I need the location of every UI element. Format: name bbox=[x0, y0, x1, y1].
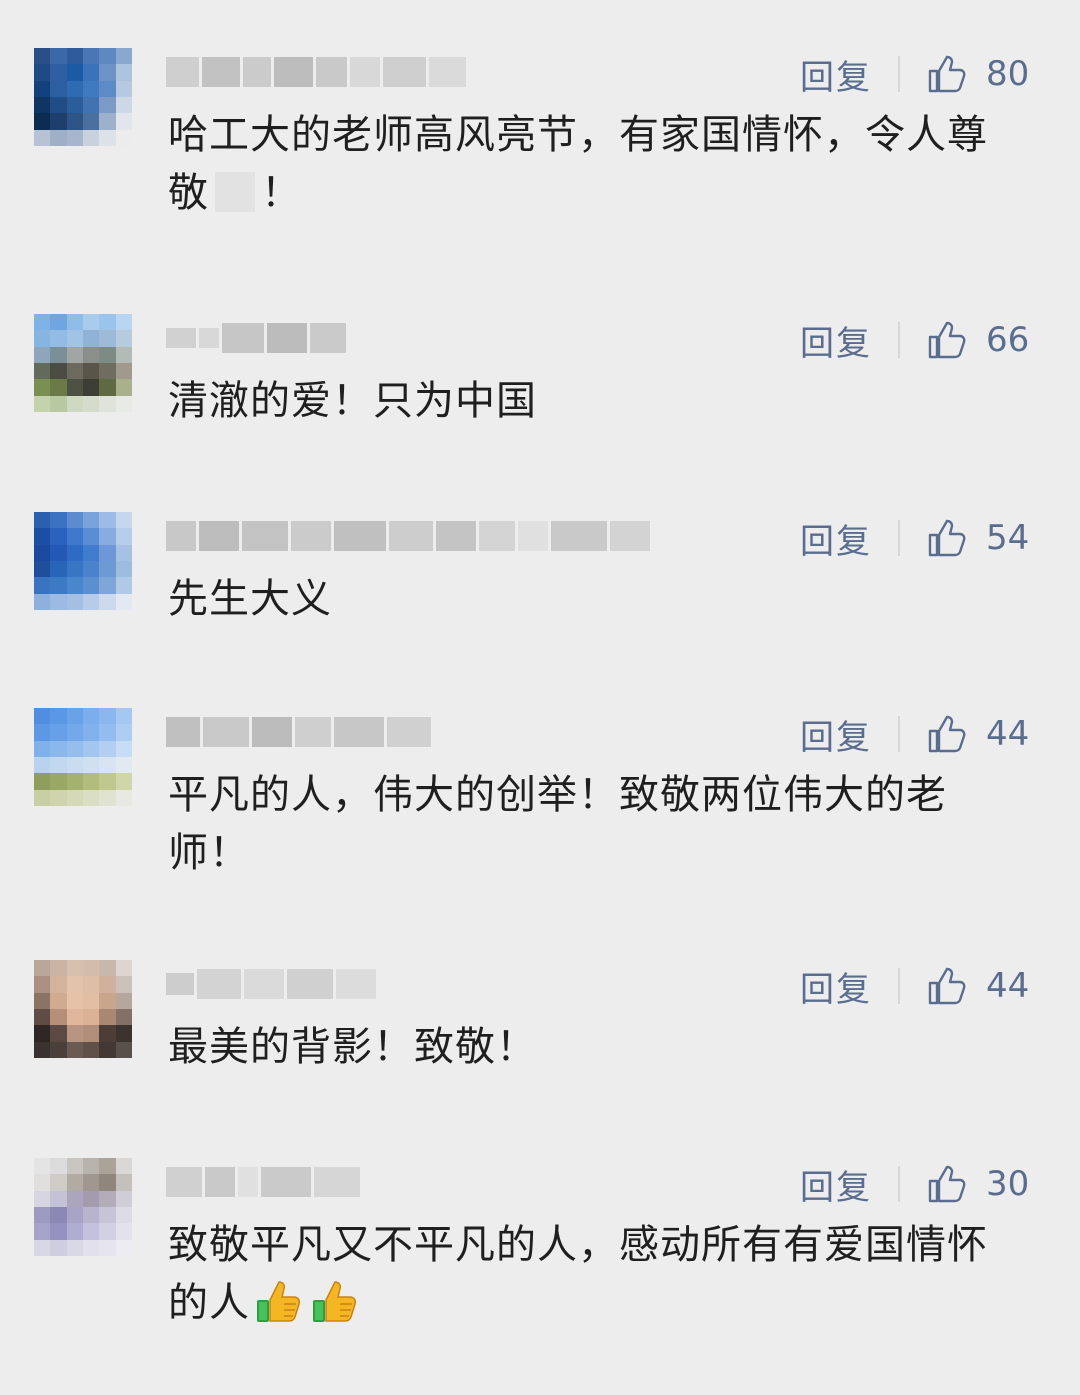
thumbs-up-emoji-icon bbox=[313, 1281, 356, 1322]
like-button[interactable]: 44 bbox=[926, 713, 1030, 755]
like-button[interactable]: 54 bbox=[926, 517, 1030, 559]
divider bbox=[898, 56, 900, 92]
nickname-blurred[interactable] bbox=[166, 1162, 466, 1202]
comment-text: 先生大义 bbox=[168, 576, 332, 622]
like-count: 44 bbox=[986, 966, 1030, 1006]
thumbs-up-emoji-icon bbox=[257, 1281, 300, 1322]
avatar[interactable] bbox=[34, 512, 132, 610]
divider bbox=[898, 968, 900, 1004]
like-count: 54 bbox=[986, 518, 1030, 558]
divider bbox=[898, 716, 900, 752]
nickname-blurred[interactable] bbox=[166, 318, 466, 358]
comment-actions: 回复 66 bbox=[800, 316, 1030, 364]
comment-text: 哈工大的老师高风亮节，有家国情怀，令人尊敬！ bbox=[168, 112, 988, 216]
avatar[interactable] bbox=[34, 960, 132, 1058]
comment-actions: 回复 30 bbox=[800, 1160, 1030, 1208]
nickname-blurred[interactable] bbox=[166, 52, 466, 92]
like-button[interactable]: 30 bbox=[926, 1163, 1030, 1205]
avatar[interactable] bbox=[34, 1158, 132, 1256]
reply-button[interactable]: 回复 bbox=[800, 50, 872, 99]
reply-button[interactable]: 回复 bbox=[800, 962, 872, 1011]
reply-button[interactable]: 回复 bbox=[800, 316, 872, 365]
comment-actions: 回复 54 bbox=[800, 514, 1030, 562]
comment-text: 致敬平凡又不平凡的人，感动所有有爱国情怀的人 bbox=[168, 1222, 988, 1326]
thumbs-up-icon bbox=[928, 967, 966, 1005]
reply-button[interactable]: 回复 bbox=[800, 710, 872, 759]
reply-button[interactable]: 回复 bbox=[800, 1160, 872, 1209]
comment-text: 最美的背影！致敬！ bbox=[168, 1024, 537, 1070]
avatar[interactable] bbox=[34, 708, 132, 806]
nickname-blurred[interactable] bbox=[166, 964, 466, 1004]
avatar[interactable] bbox=[34, 314, 132, 412]
avatar[interactable] bbox=[34, 48, 132, 146]
nickname-blurred[interactable] bbox=[166, 516, 666, 556]
like-button[interactable]: 66 bbox=[926, 319, 1030, 361]
like-count: 44 bbox=[986, 714, 1030, 754]
comment-actions: 回复 80 bbox=[800, 50, 1030, 98]
divider bbox=[898, 1166, 900, 1202]
blurred-emoji bbox=[215, 172, 255, 212]
comment-text: 清澈的爱！只为中国 bbox=[168, 378, 537, 424]
like-count: 66 bbox=[986, 320, 1030, 360]
comment-list: 回复 80 哈工大的老师高风亮节，有家国情怀，令人尊敬！ 回复 66 清澈的爱！… bbox=[0, 0, 1080, 1395]
comment-text: 平凡的人，伟大的创举！致敬两位伟大的老师！ bbox=[168, 772, 947, 876]
thumbs-up-icon bbox=[928, 55, 966, 93]
like-button[interactable]: 44 bbox=[926, 965, 1030, 1007]
nickname-blurred[interactable] bbox=[166, 712, 466, 752]
thumbs-up-icon bbox=[928, 715, 966, 753]
like-button[interactable]: 80 bbox=[926, 53, 1030, 95]
thumbs-up-icon bbox=[928, 321, 966, 359]
divider bbox=[898, 520, 900, 556]
comment-actions: 回复 44 bbox=[800, 710, 1030, 758]
comment-actions: 回复 44 bbox=[800, 962, 1030, 1010]
thumbs-up-icon bbox=[928, 1165, 966, 1203]
like-count: 80 bbox=[986, 54, 1030, 94]
like-count: 30 bbox=[986, 1164, 1030, 1204]
thumbs-up-icon bbox=[928, 519, 966, 557]
reply-button[interactable]: 回复 bbox=[800, 514, 872, 563]
divider bbox=[898, 322, 900, 358]
